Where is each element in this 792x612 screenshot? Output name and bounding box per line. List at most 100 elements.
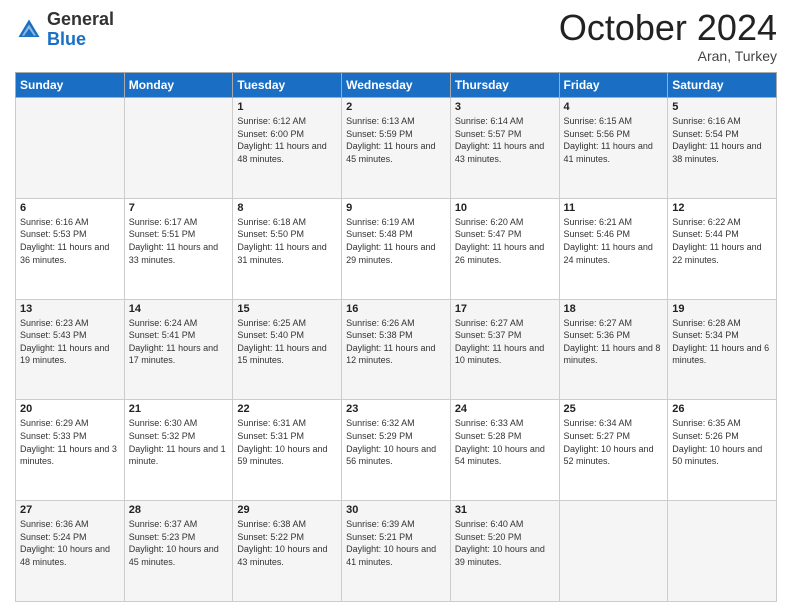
logo: General Blue [15,10,114,50]
table-row: 2 Sunrise: 6:13 AM Sunset: 5:59 PM Daylig… [342,98,451,199]
day-number: 2 [346,101,446,113]
day-number: 20 [20,403,120,415]
header-saturday: Saturday [668,73,777,98]
day-number: 15 [237,303,337,315]
table-row: 18 Sunrise: 6:27 AM Sunset: 5:36 PM Dayli… [559,299,668,400]
day-info: Sunrise: 6:27 AM Sunset: 5:37 PM Dayligh… [455,317,555,367]
day-number: 4 [564,101,664,113]
day-info: Sunrise: 6:16 AM Sunset: 5:53 PM Dayligh… [20,216,120,266]
table-row: 23Sunrise: 6:32 AM Sunset: 5:29 PM Dayli… [342,400,451,501]
calendar-week-row: 1Sunrise: 6:12 AM Sunset: 6:00 PM Daylig… [16,98,777,199]
day-info: Sunrise: 6:35 AM Sunset: 5:26 PM Dayligh… [672,417,772,467]
table-row: 15 Sunrise: 6:25 AM Sunset: 5:40 PM Dayli… [233,299,342,400]
header-wednesday: Wednesday [342,73,451,98]
table-row: 20 Sunrise: 6:29 AM Sunset: 5:33 PM Dayli… [16,400,125,501]
day-info: Sunrise: 6:16 AM Sunset: 5:54 PM Dayligh… [672,115,772,165]
day-number: 13 [20,303,120,315]
day-info: Sunrise: 6:31 AM Sunset: 5:31 PM Dayligh… [237,417,337,467]
day-info: Sunrise: 6:15 AM Sunset: 5:56 PM Dayligh… [564,115,664,165]
table-row: 12Sunrise: 6:22 AM Sunset: 5:44 PM Dayli… [668,198,777,299]
table-row: 30 Sunrise: 6:39 AM Sunset: 5:21 PM Dayli… [342,501,451,602]
day-info: Sunrise: 6:25 AM Sunset: 5:40 PM Dayligh… [237,317,337,367]
day-number: 22 [237,403,337,415]
table-row: 24Sunrise: 6:33 AM Sunset: 5:28 PM Dayli… [450,400,559,501]
table-row [559,501,668,602]
day-number: 19 [672,303,772,315]
day-number: 17 [455,303,555,315]
day-info: Sunrise: 6:38 AM Sunset: 5:22 PM Dayligh… [237,518,337,568]
table-row: 3 Sunrise: 6:14 AM Sunset: 5:57 PM Daylig… [450,98,559,199]
day-info: Sunrise: 6:18 AM Sunset: 5:50 PM Dayligh… [237,216,337,266]
day-info: Sunrise: 6:24 AM Sunset: 5:41 PM Dayligh… [129,317,229,367]
table-row: 8 Sunrise: 6:18 AM Sunset: 5:50 PM Daylig… [233,198,342,299]
logo-general: General [47,9,114,29]
table-row: 31Sunrise: 6:40 AM Sunset: 5:20 PM Dayli… [450,501,559,602]
table-row: 14 Sunrise: 6:24 AM Sunset: 5:41 PM Dayli… [124,299,233,400]
day-info: Sunrise: 6:40 AM Sunset: 5:20 PM Dayligh… [455,518,555,568]
day-number: 16 [346,303,446,315]
day-number: 28 [129,504,229,516]
table-row: 22 Sunrise: 6:31 AM Sunset: 5:31 PM Dayli… [233,400,342,501]
calendar-table: Sunday Monday Tuesday Wednesday Thursday… [15,72,777,602]
day-number: 3 [455,101,555,113]
table-row: 1Sunrise: 6:12 AM Sunset: 6:00 PM Daylig… [233,98,342,199]
day-info: Sunrise: 6:28 AM Sunset: 5:34 PM Dayligh… [672,317,772,367]
table-row [668,501,777,602]
table-row: 4 Sunrise: 6:15 AM Sunset: 5:56 PM Daylig… [559,98,668,199]
day-number: 14 [129,303,229,315]
day-info: Sunrise: 6:27 AM Sunset: 5:36 PM Dayligh… [564,317,664,367]
calendar-week-row: 13 Sunrise: 6:23 AM Sunset: 5:43 PM Dayli… [16,299,777,400]
header-tuesday: Tuesday [233,73,342,98]
day-number: 9 [346,202,446,214]
table-row: 19 Sunrise: 6:28 AM Sunset: 5:34 PM Dayli… [668,299,777,400]
day-number: 21 [129,403,229,415]
day-info: Sunrise: 6:29 AM Sunset: 5:33 PM Dayligh… [20,417,120,467]
table-row [124,98,233,199]
day-info: Sunrise: 6:13 AM Sunset: 5:59 PM Dayligh… [346,115,446,165]
day-number: 6 [20,202,120,214]
day-number: 29 [237,504,337,516]
header-friday: Friday [559,73,668,98]
day-info: Sunrise: 6:17 AM Sunset: 5:51 PM Dayligh… [129,216,229,266]
day-info: Sunrise: 6:14 AM Sunset: 5:57 PM Dayligh… [455,115,555,165]
header-sunday: Sunday [16,73,125,98]
day-info: Sunrise: 6:36 AM Sunset: 5:24 PM Dayligh… [20,518,120,568]
table-row: 10Sunrise: 6:20 AM Sunset: 5:47 PM Dayli… [450,198,559,299]
day-number: 7 [129,202,229,214]
calendar-week-row: 27 Sunrise: 6:36 AM Sunset: 5:24 PM Dayli… [16,501,777,602]
table-row: 28 Sunrise: 6:37 AM Sunset: 5:23 PM Dayli… [124,501,233,602]
day-info: Sunrise: 6:39 AM Sunset: 5:21 PM Dayligh… [346,518,446,568]
calendar-header-row: Sunday Monday Tuesday Wednesday Thursday… [16,73,777,98]
table-row: 5 Sunrise: 6:16 AM Sunset: 5:54 PM Daylig… [668,98,777,199]
day-number: 18 [564,303,664,315]
logo-blue: Blue [47,29,86,49]
table-row: 21 Sunrise: 6:30 AM Sunset: 5:32 PM Dayli… [124,400,233,501]
location-subtitle: Aran, Turkey [559,48,777,64]
table-row [16,98,125,199]
table-row: 11Sunrise: 6:21 AM Sunset: 5:46 PM Dayli… [559,198,668,299]
header-monday: Monday [124,73,233,98]
day-info: Sunrise: 6:23 AM Sunset: 5:43 PM Dayligh… [20,317,120,367]
day-number: 26 [672,403,772,415]
table-row: 9Sunrise: 6:19 AM Sunset: 5:48 PM Daylig… [342,198,451,299]
table-row: 26 Sunrise: 6:35 AM Sunset: 5:26 PM Dayli… [668,400,777,501]
day-number: 25 [564,403,664,415]
table-row: 13 Sunrise: 6:23 AM Sunset: 5:43 PM Dayli… [16,299,125,400]
day-info: Sunrise: 6:21 AM Sunset: 5:46 PM Dayligh… [564,216,664,266]
table-row: 16Sunrise: 6:26 AM Sunset: 5:38 PM Dayli… [342,299,451,400]
day-number: 27 [20,504,120,516]
day-info: Sunrise: 6:32 AM Sunset: 5:29 PM Dayligh… [346,417,446,467]
day-number: 5 [672,101,772,113]
day-number: 30 [346,504,446,516]
table-row: 7 Sunrise: 6:17 AM Sunset: 5:51 PM Daylig… [124,198,233,299]
day-info: Sunrise: 6:12 AM Sunset: 6:00 PM Dayligh… [237,115,337,165]
table-row: 25Sunrise: 6:34 AM Sunset: 5:27 PM Dayli… [559,400,668,501]
table-row: 6 Sunrise: 6:16 AM Sunset: 5:53 PM Daylig… [16,198,125,299]
day-info: Sunrise: 6:37 AM Sunset: 5:23 PM Dayligh… [129,518,229,568]
calendar-week-row: 6 Sunrise: 6:16 AM Sunset: 5:53 PM Daylig… [16,198,777,299]
logo-text: General Blue [47,10,114,50]
title-area: October 2024 Aran, Turkey [559,10,777,64]
day-info: Sunrise: 6:30 AM Sunset: 5:32 PM Dayligh… [129,417,229,467]
day-number: 8 [237,202,337,214]
day-info: Sunrise: 6:22 AM Sunset: 5:44 PM Dayligh… [672,216,772,266]
